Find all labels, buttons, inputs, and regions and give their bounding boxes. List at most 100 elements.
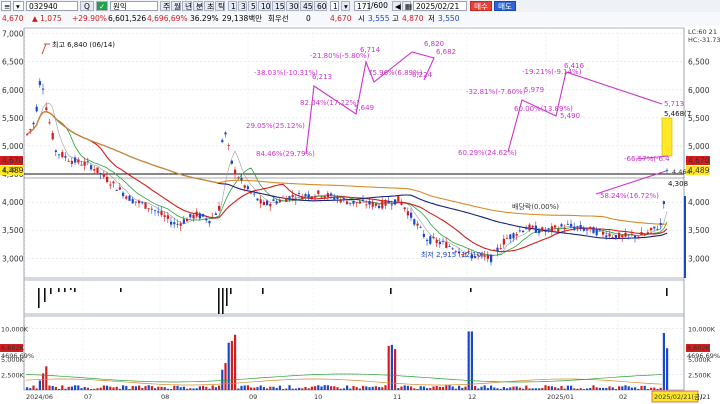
signal-bar — [44, 288, 46, 302]
low-label: 저 — [428, 14, 435, 23]
symbol-name-field[interactable]: 원익 — [110, 1, 158, 11]
volume-bar — [506, 388, 509, 390]
interval-5-button[interactable]: 5 — [248, 1, 257, 11]
candle-body — [58, 154, 61, 156]
candle-body — [528, 224, 531, 231]
volume-bar — [77, 385, 80, 390]
search-button[interactable]: Q — [80, 1, 94, 11]
calendar-icon[interactable]: ▦ — [402, 1, 412, 11]
candle-body — [576, 226, 579, 228]
candle-body — [125, 196, 128, 199]
signal-bar — [390, 288, 392, 294]
menu-icon[interactable]: ≡ — [1, 1, 11, 11]
volume-bar — [579, 388, 582, 390]
volume-bar — [144, 386, 147, 390]
arrow-down-icon[interactable]: ▾ — [341, 1, 350, 11]
volume-bar — [58, 389, 61, 390]
quote-bar: 4,670 ▲ 1,075 +29.90% 6,601,526 4,696,69… — [0, 12, 720, 27]
interval-custom-input[interactable]: 1 — [330, 1, 339, 11]
volume-bar — [80, 388, 83, 390]
volume-bar — [342, 388, 345, 390]
candle-body — [538, 230, 541, 234]
period-year-button[interactable]: 년 — [182, 1, 192, 11]
candle-body — [349, 202, 352, 204]
date-tick-label: 10 — [314, 393, 322, 401]
period-second-button[interactable]: 초 — [204, 1, 214, 11]
volume-bar — [61, 385, 64, 390]
candle-body — [179, 223, 182, 226]
volume-bar — [547, 386, 550, 390]
interval-3-button[interactable]: 3 — [238, 1, 247, 11]
interval-1-button[interactable]: 1 — [228, 1, 237, 11]
candle-body — [294, 198, 297, 200]
candle-body — [512, 233, 515, 239]
period-week-button[interactable]: 주 — [160, 1, 170, 11]
period-tick-button[interactable]: 틱 — [215, 1, 225, 11]
candle-body — [387, 201, 390, 204]
candle-body — [445, 242, 448, 248]
candle-body — [122, 192, 125, 197]
date-input[interactable]: 2025/02/21 — [413, 1, 467, 11]
symbol-code-input[interactable]: 032940 — [26, 1, 78, 11]
period-minute-button[interactable]: 분 — [193, 1, 203, 11]
volume-bar — [554, 387, 557, 390]
volume-current-tag-right: 6,602K — [687, 344, 711, 352]
interval-15-button[interactable]: 15 — [272, 1, 285, 11]
volume-bar — [573, 388, 576, 390]
candle-body — [227, 145, 230, 146]
volume-bar — [141, 388, 144, 390]
volume-bar — [525, 385, 528, 390]
volume-bar — [163, 387, 166, 390]
volume-bar — [195, 388, 198, 390]
favorite-icon[interactable]: ✓ — [96, 1, 108, 11]
candle-body — [326, 193, 329, 198]
candle-body — [352, 200, 355, 204]
volume-bar — [214, 387, 217, 390]
volume-bar — [227, 342, 230, 390]
candle-body — [310, 196, 313, 199]
candle-body — [560, 224, 563, 227]
interval-30-button[interactable]: 30 — [286, 1, 299, 11]
volume-bar — [541, 387, 544, 390]
candle-body — [32, 122, 35, 125]
candle-body — [259, 199, 262, 204]
volume-bar — [486, 387, 489, 390]
interval-60-button[interactable]: 60 — [314, 1, 327, 11]
volume-bar — [598, 387, 601, 390]
candle-body — [269, 203, 272, 207]
volume-bar — [560, 385, 563, 390]
volume-bar — [29, 388, 32, 390]
volume-bar — [269, 386, 272, 390]
high-annotation: 최고 6,840 (06/14) — [52, 40, 115, 49]
period-month-button[interactable]: 월 — [171, 1, 181, 11]
scroll-left-icon[interactable]: ◀ — [392, 1, 401, 11]
candle-body — [256, 198, 259, 201]
volume-bar — [419, 386, 422, 390]
date-tick-label: 07 — [84, 393, 92, 401]
candle-body — [262, 201, 265, 206]
volume-bar — [90, 388, 93, 390]
price-tick-label: 4,000 — [688, 198, 710, 207]
candle-body — [653, 226, 656, 229]
candle-body — [29, 129, 32, 130]
buy-button[interactable]: 매수 — [470, 1, 492, 11]
volume-bar — [285, 388, 288, 390]
arrow-down-icon[interactable]: ▾ — [13, 1, 24, 11]
interval-10-button[interactable]: 10 — [258, 1, 271, 11]
date-tick-label: 09 — [249, 393, 257, 401]
candle-body — [374, 203, 377, 206]
candle-body — [83, 161, 86, 166]
volume-bar — [410, 386, 413, 390]
candle-body — [381, 200, 384, 209]
volume-bar — [186, 388, 189, 390]
volume-tick-label: 10,000K — [1, 325, 29, 333]
count-value-input[interactable]: 171 — [354, 1, 371, 11]
interval-45-button[interactable]: 45 — [300, 1, 313, 11]
stock-chart[interactable]: 최고 6,840 (06/14) 최저 2,915 (12/10) 배당락(0.… — [0, 26, 720, 404]
volume-bar — [662, 333, 665, 390]
volume-bar — [48, 385, 51, 390]
candle-body — [550, 226, 553, 232]
volume-bar — [509, 387, 512, 390]
sell-button[interactable]: 매도 — [494, 1, 516, 11]
volume-bar — [397, 388, 400, 390]
